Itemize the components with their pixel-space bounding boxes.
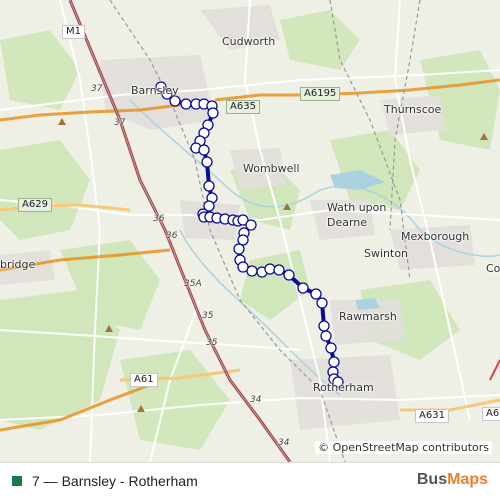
- place-label: bridge: [0, 258, 36, 271]
- road-label: A6195: [300, 87, 341, 101]
- logo-text-part2: Maps: [447, 471, 488, 488]
- junction-label: 37: [114, 118, 126, 128]
- bus-stop-marker[interactable]: [246, 265, 258, 277]
- bus-stop-marker[interactable]: [297, 282, 309, 294]
- junction-label: 34: [278, 438, 290, 448]
- place-label: Mexborough: [401, 230, 470, 243]
- junction-label: 35A: [184, 279, 202, 289]
- junction-label: 35: [206, 338, 218, 348]
- logo-text-part1: Bus: [416, 471, 448, 488]
- junction-label: 37: [91, 84, 103, 94]
- map-area[interactable]: Barnsley Cudworth Thurnscoe Wombwell Wat…: [0, 0, 500, 462]
- bus-stop-marker[interactable]: [198, 144, 210, 156]
- place-label: Thurnscoe: [384, 103, 442, 116]
- bus-stop-marker[interactable]: [273, 264, 285, 276]
- junction-label: 36: [153, 214, 165, 224]
- bus-stop-marker[interactable]: [201, 156, 213, 168]
- bus-stop-marker[interactable]: [169, 95, 181, 107]
- place-label: Co: [486, 262, 500, 275]
- bus-stop-marker[interactable]: [233, 243, 245, 255]
- road-label: A61: [130, 373, 158, 387]
- road-label: A6: [482, 407, 500, 421]
- bus-stop-marker[interactable]: [320, 330, 332, 342]
- bus-stop-marker[interactable]: [245, 219, 257, 231]
- road-label: A629: [18, 198, 52, 212]
- legend-swatch: [12, 476, 22, 486]
- bus-stop-marker[interactable]: [318, 320, 330, 332]
- junction-label: 36: [166, 231, 178, 241]
- place-label: Swinton: [364, 247, 409, 260]
- road-label: M1: [62, 25, 85, 39]
- bus-stop-marker[interactable]: [283, 269, 295, 281]
- place-label: Rawmarsh: [339, 310, 397, 323]
- bus-stop-marker[interactable]: [207, 107, 219, 119]
- bus-stop-marker[interactable]: [180, 98, 192, 110]
- place-label: Wombwell: [243, 162, 300, 175]
- bus-stop-marker[interactable]: [203, 180, 215, 192]
- bus-stop-marker[interactable]: [325, 342, 337, 354]
- junction-label: 35: [202, 311, 214, 321]
- map-attribution[interactable]: © OpenStreetMap contributors: [315, 441, 492, 454]
- road-label: A635: [226, 100, 260, 114]
- place-label: Wath upon Dearne: [327, 201, 387, 229]
- place-label: Rotherham: [313, 381, 374, 394]
- bus-stop-marker[interactable]: [316, 297, 328, 309]
- legend-label: 7 — Barnsley - Rotherham: [32, 473, 198, 489]
- busmaps-logo[interactable]: BusMaps: [417, 471, 488, 489]
- junction-label: 34: [250, 395, 262, 405]
- legend-footer: 7 — Barnsley - Rotherham BusMaps: [0, 462, 500, 501]
- place-label: Barnsley: [131, 84, 179, 97]
- place-label: Cudworth: [222, 35, 276, 48]
- road-label: A631: [415, 409, 449, 423]
- bus-stop-marker[interactable]: [310, 288, 322, 300]
- bus-stop-marker[interactable]: [328, 356, 340, 368]
